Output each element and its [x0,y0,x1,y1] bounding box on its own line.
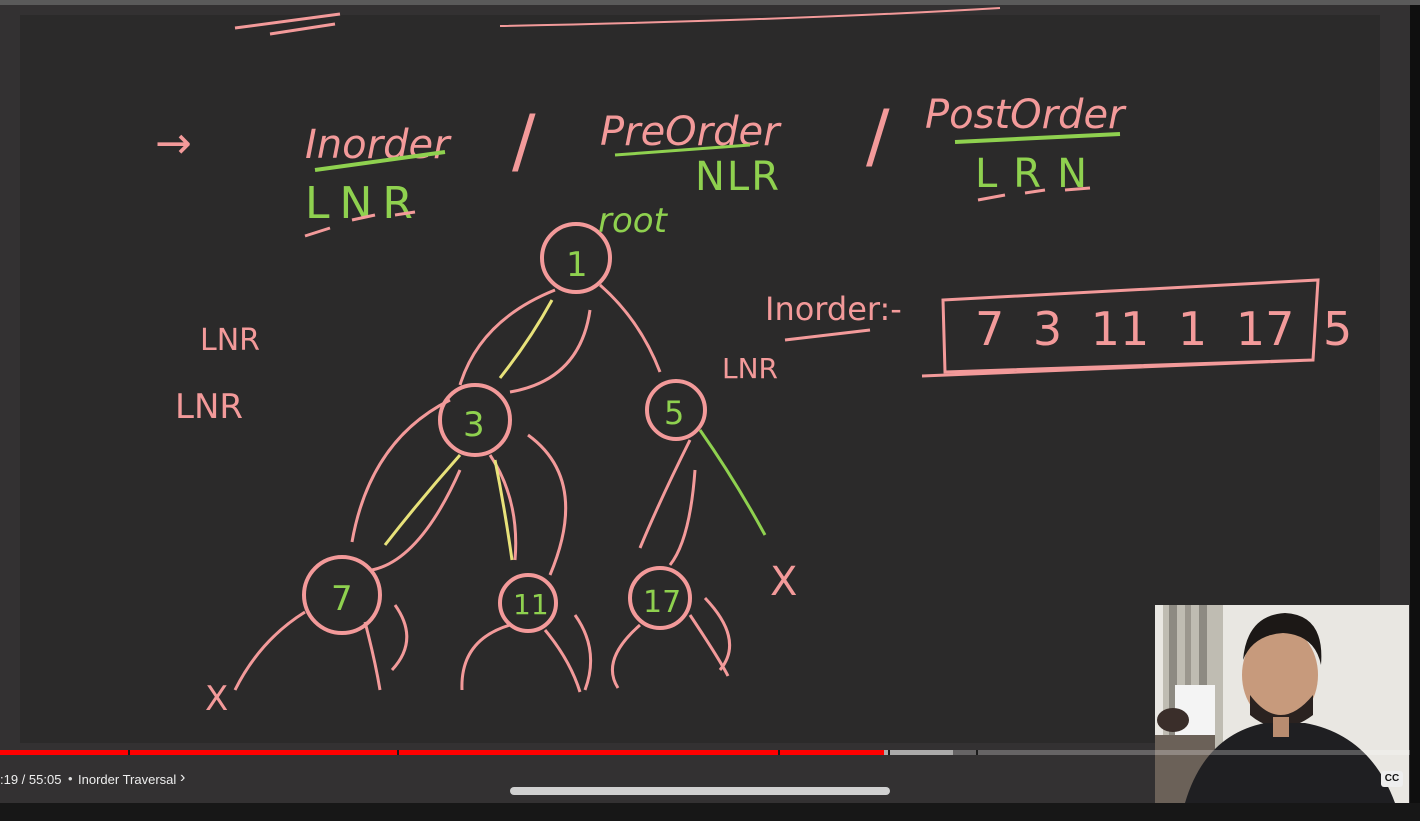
node-17: 17 [643,585,681,620]
chapter-title[interactable]: Inorder Traversal [78,772,176,787]
result-label: Inorder:- [765,290,902,328]
null-mark-2: X [770,559,797,605]
horizontal-scrollbar[interactable] [510,787,890,795]
node-1: 1 [566,245,588,285]
progress-bar[interactable] [0,750,1410,755]
node-11: 11 [513,588,549,621]
chapter-marker [128,750,130,755]
side-note: LNR [722,352,778,385]
closed-captions-button[interactable]: CC [1381,771,1403,787]
preorder-code: NLR [695,154,781,200]
chapter-marker [397,750,399,755]
root-label: root [598,201,669,241]
left-note-1: LNR [200,323,260,358]
postorder-title: PostOrder [925,92,1127,138]
separator-2: / [866,95,890,177]
time-display: :19 / 55:05 [0,772,62,787]
chevron-right-icon[interactable]: › [180,769,185,787]
null-mark-1: X [205,679,228,719]
node-7: 7 [331,579,353,619]
left-note-2: LNR [175,387,243,427]
heading-arrow: → [155,118,192,169]
separator-dot: • [68,771,73,786]
chapter-marker [888,750,890,755]
separator-1: / [512,100,536,182]
chapter-marker [778,750,780,755]
result-sequence: 7 3 11 1 17 5 [975,302,1352,356]
bottom-band [0,803,1420,821]
progress-played [0,750,884,755]
chapter-marker [976,750,978,755]
inorder-code: LNR [305,178,423,229]
right-edge [1410,5,1420,821]
node-3: 3 [463,405,485,445]
node-5: 5 [664,394,684,432]
